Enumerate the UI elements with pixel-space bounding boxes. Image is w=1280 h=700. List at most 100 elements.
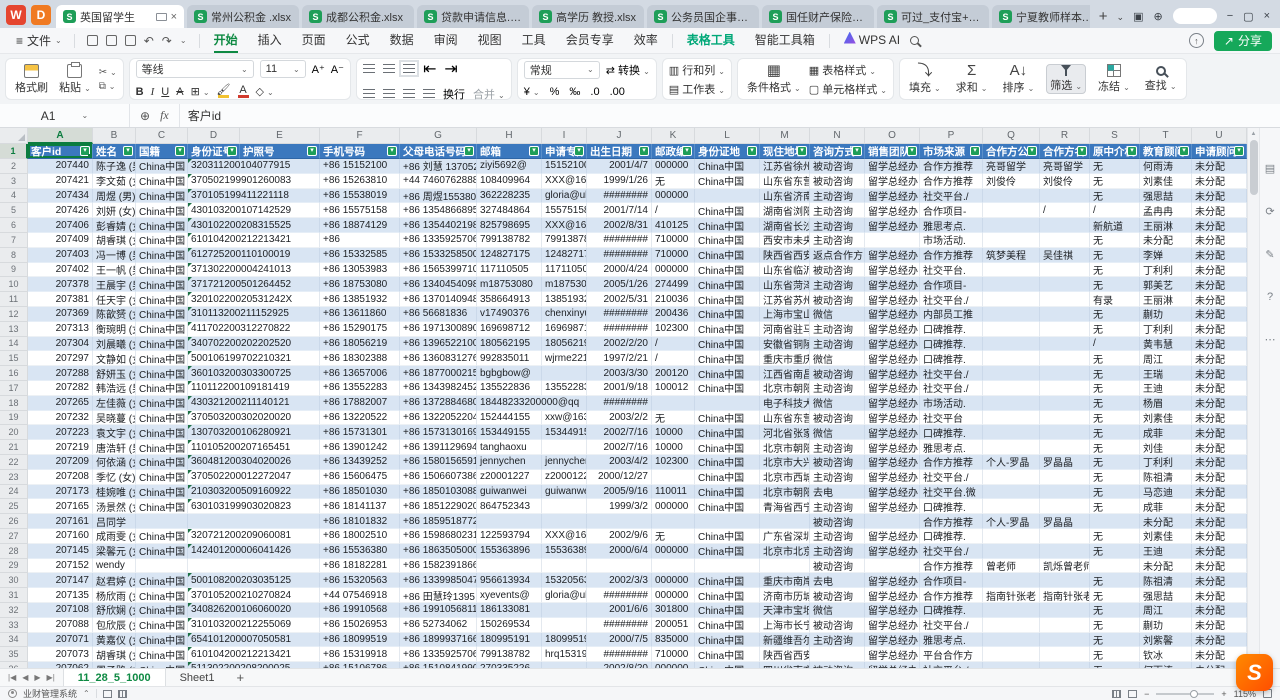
copy-button[interactable]: ⧉ ⌄ xyxy=(99,81,117,92)
cell[interactable]: guiwanwei xyxy=(542,485,587,500)
cell[interactable]: 社交平台./ xyxy=(920,470,983,485)
cell[interactable] xyxy=(865,514,920,529)
scroll-up-icon[interactable]: ▲ xyxy=(1251,128,1257,140)
cell[interactable]: 合作方推荐 xyxy=(920,559,983,574)
print-preview-icon[interactable] xyxy=(125,35,136,46)
cell[interactable]: 社交平台./ xyxy=(920,189,983,204)
cell[interactable]: China中国 xyxy=(695,292,760,307)
row-header-14[interactable]: 14 xyxy=(0,337,28,352)
cell[interactable]: 周江 xyxy=(1140,603,1192,618)
cell[interactable]: 汤景然 (女 xyxy=(93,499,136,514)
split-screen-icon[interactable]: ▣ xyxy=(1133,10,1143,23)
cell[interactable]: 未分配 xyxy=(1140,559,1192,574)
cell[interactable]: wjrme221( xyxy=(542,351,587,366)
cell[interactable]: 王丽淋 xyxy=(1140,218,1192,233)
cell[interactable] xyxy=(983,499,1040,514)
column-header-N[interactable]: N xyxy=(810,128,865,144)
cell[interactable]: XXX@163. xyxy=(542,174,587,189)
cell[interactable]: 留学总经办 xyxy=(865,189,920,204)
cell[interactable]: +86 1565399710 xyxy=(400,263,477,278)
row-header-8[interactable]: 8 xyxy=(0,248,28,263)
column-header-F[interactable]: F xyxy=(320,128,400,144)
cell[interactable] xyxy=(1090,559,1140,574)
cell[interactable]: ######## xyxy=(587,189,652,204)
row-header-26[interactable]: 26 xyxy=(0,514,28,529)
cell[interactable]: 207313 xyxy=(28,322,93,337)
filter-dropdown-icon[interactable]: ▾ xyxy=(970,146,980,156)
cell[interactable]: 刘素佳 xyxy=(1140,174,1192,189)
sum-button[interactable]: Σ 求和 ⌄ xyxy=(953,64,991,95)
cell[interactable]: 2003/2/2 xyxy=(587,411,652,426)
cell[interactable]: 1997/2/21 xyxy=(587,351,652,366)
menu-item[interactable]: 会员专享 xyxy=(556,28,624,54)
header-cell[interactable]: 教育顾问▾ xyxy=(1140,144,1192,159)
cell[interactable]: 陈子逸 (男 xyxy=(93,159,136,174)
row-header-34[interactable]: 34 xyxy=(0,633,28,648)
cell[interactable]: 上海市长宁 xyxy=(760,618,810,633)
cell[interactable]: 340702200202202520 xyxy=(188,337,320,352)
cell[interactable]: +86 13552283 xyxy=(320,381,400,396)
save-icon[interactable] xyxy=(87,35,98,46)
cell[interactable]: 雅思考点. xyxy=(920,218,983,233)
zoom-slider[interactable] xyxy=(1156,693,1214,695)
cell[interactable]: 207173 xyxy=(28,485,93,500)
cell[interactable]: 370503200302020020 xyxy=(188,411,320,426)
cell[interactable]: +86 1851229020 xyxy=(400,499,477,514)
cell[interactable]: / xyxy=(1090,203,1140,218)
font-color-button[interactable]: A xyxy=(238,85,249,98)
cell[interactable] xyxy=(1040,381,1090,396)
cell[interactable] xyxy=(983,277,1040,292)
cell[interactable]: 主动咨询 xyxy=(810,499,865,514)
last-sheet-icon[interactable]: ▶| xyxy=(45,673,57,682)
cell[interactable]: 济南市历城 xyxy=(760,588,810,603)
cell[interactable]: 未分配 xyxy=(1192,588,1247,603)
cell[interactable]: 杨欣雨 (女 xyxy=(93,588,136,603)
cell[interactable]: China中国 xyxy=(695,633,760,648)
filter-dropdown-icon[interactable]: ▾ xyxy=(574,146,584,156)
cell[interactable]: 207288 xyxy=(28,366,93,381)
cell[interactable]: 未分配 xyxy=(1192,633,1247,648)
cell[interactable]: 207402 xyxy=(28,263,93,278)
next-sheet-icon[interactable]: ▶ xyxy=(32,673,42,682)
cell[interactable]: 凯烁曾老师 xyxy=(1040,559,1090,574)
cell[interactable]: xxw@163.c xyxy=(542,411,587,426)
cell[interactable]: +86 15731301 xyxy=(320,425,400,440)
cell[interactable]: 留学总经办 xyxy=(865,263,920,278)
cell[interactable]: 207434 xyxy=(28,189,93,204)
align-top-icon[interactable] xyxy=(363,64,375,73)
cell[interactable]: 去电 xyxy=(810,485,865,500)
comma-style-icon[interactable]: ‰ xyxy=(569,86,580,98)
cell[interactable]: 王迪 xyxy=(1140,381,1192,396)
menu-item[interactable]: 视图 xyxy=(468,28,512,54)
cell[interactable] xyxy=(1040,647,1090,662)
cell[interactable]: 留学总经办 xyxy=(865,351,920,366)
menu-item[interactable]: 数据 xyxy=(380,28,424,54)
menu-item[interactable]: 工具 xyxy=(512,28,556,54)
cell[interactable]: +86 15026953 xyxy=(320,618,400,633)
sync-icon[interactable]: ⟳ xyxy=(1265,205,1274,218)
cell[interactable]: 任天宇 (女 xyxy=(93,292,136,307)
font-size-select[interactable]: 11⌄ xyxy=(260,60,306,78)
cell[interactable] xyxy=(1040,366,1090,381)
cell[interactable] xyxy=(1040,322,1090,337)
cell[interactable]: / xyxy=(1040,203,1090,218)
cell[interactable] xyxy=(983,263,1040,278)
cell[interactable]: 刘素佳 xyxy=(1140,411,1192,426)
wrap-text-button[interactable]: 换行 xyxy=(443,86,465,102)
cell[interactable]: China中国 xyxy=(136,159,188,174)
cell[interactable]: 未分配 xyxy=(1140,233,1192,248)
cell[interactable]: 15320563( xyxy=(542,573,587,588)
cell[interactable]: +86 18002510 xyxy=(320,529,400,544)
cell[interactable]: 15152100 xyxy=(542,159,587,174)
cell[interactable] xyxy=(136,514,188,529)
cell[interactable]: 成菲 xyxy=(1140,499,1192,514)
cell[interactable]: 吕同学 xyxy=(93,514,136,529)
italic-button[interactable]: I xyxy=(151,86,155,98)
cell[interactable]: 102300 xyxy=(652,322,695,337)
cell[interactable]: +86 1343982452 xyxy=(400,381,477,396)
cell[interactable]: XXX@163. xyxy=(542,218,587,233)
column-header-R[interactable]: R xyxy=(1040,128,1090,144)
cell[interactable]: 社交平台./ xyxy=(920,366,983,381)
cell[interactable]: 360481200304020026 xyxy=(188,455,320,470)
column-header-T[interactable]: T xyxy=(1140,128,1192,144)
